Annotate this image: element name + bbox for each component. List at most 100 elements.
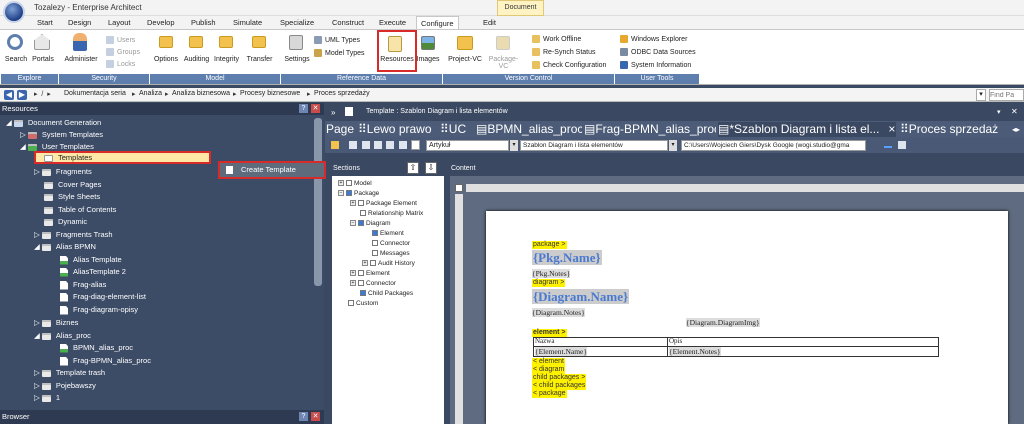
section-checkbox[interactable] (370, 260, 376, 267)
template-select[interactable]: Szablon Diagram i lista elementów (520, 140, 668, 151)
print-icon[interactable] (362, 141, 370, 149)
menu-construct[interactable]: Construct (328, 16, 368, 29)
expand-icon[interactable]: ◢ (34, 242, 42, 251)
menu-configure[interactable]: Configure (416, 16, 459, 29)
dropdown-icon[interactable]: ▾ (976, 89, 986, 101)
expand-icon[interactable]: + (350, 200, 356, 207)
users-button[interactable]: Users (106, 35, 135, 46)
section-relationship-matrix[interactable]: Relationship Matrix (360, 209, 423, 219)
collapse-icon[interactable]: ▷ (34, 393, 42, 402)
menu-design[interactable]: Design (64, 16, 95, 29)
tree-item-fragments-trash[interactable]: ▷ Fragments Trash (34, 229, 113, 241)
vertical-ruler[interactable] (455, 194, 463, 424)
section-diagram[interactable]: − Diagram (350, 219, 391, 229)
close-tab-icon[interactable]: × (888, 122, 895, 136)
tree-item-style-sheets[interactable]: Style Sheets (44, 191, 100, 203)
odbc-data-sources-button[interactable]: ODBC Data Sources (620, 47, 696, 58)
dropdown-icon[interactable]: ▾ (997, 108, 1001, 116)
section-checkbox[interactable] (372, 230, 378, 237)
tree-item-document-generation[interactable]: ◢ Document Generation (6, 117, 101, 129)
section-element[interactable]: Element (372, 229, 404, 239)
tree-item-alias-template-2[interactable]: AliasTemplate 2 (60, 266, 126, 278)
section-checkbox[interactable] (348, 300, 354, 307)
new-icon[interactable] (331, 141, 339, 149)
work-offline-button[interactable]: Work Offline (532, 34, 581, 45)
menu-layout[interactable]: Layout (104, 16, 135, 29)
find-package-input[interactable] (989, 89, 1024, 101)
zoom-out-icon[interactable] (884, 146, 892, 148)
menu-edit[interactable]: Edit (479, 16, 500, 29)
section-checkbox[interactable] (360, 210, 366, 217)
tree-item-table-of-contents[interactable]: Table of Contents (44, 204, 116, 216)
table-cell-element-notes[interactable]: {Element.Notes} (669, 347, 721, 356)
search-icon[interactable] (7, 34, 23, 50)
section-checkbox[interactable] (358, 270, 364, 277)
portals-button[interactable]: Portals (31, 56, 55, 63)
move-down-icon[interactable]: ⇩ (425, 162, 437, 174)
pin-icon[interactable]: ? (299, 104, 308, 113)
auditing-button[interactable]: Auditing (181, 56, 212, 63)
collapse-icon[interactable]: − (338, 190, 344, 197)
breadcrumb-item[interactable]: Analiza (139, 90, 162, 97)
administer-icon[interactable] (73, 33, 87, 51)
collapse-icon[interactable]: − (350, 220, 356, 227)
diagram-name-field[interactable]: {Diagram.Name} (532, 289, 630, 304)
tab-bpmn-alias-proc[interactable]: ▤BPMN_alias_proc (476, 122, 582, 137)
search-button[interactable]: Search (4, 56, 28, 63)
app-logo-icon[interactable] (3, 1, 25, 23)
collapse-icon[interactable]: ▷ (34, 167, 42, 176)
package-vc-icon[interactable] (496, 36, 510, 50)
zoom-in-icon[interactable] (898, 141, 906, 149)
image-icon[interactable] (399, 141, 407, 149)
transfer-button[interactable]: Transfer (245, 56, 274, 63)
tree-item-dynamic[interactable]: Dynamic (44, 216, 87, 228)
ruler-corner-icon[interactable] (455, 184, 463, 192)
section-custom[interactable]: Custom (348, 299, 378, 309)
tab-uc[interactable]: ⠿UC (440, 122, 474, 137)
section-audit-history[interactable]: + Audit History (362, 259, 415, 269)
section-checkbox[interactable] (372, 250, 378, 257)
pkg-notes-field[interactable]: {Pkg.Notes} (532, 269, 571, 278)
resync-status-button[interactable]: Re-Synch Status (532, 47, 596, 58)
table-icon[interactable] (386, 141, 394, 149)
transfer-icon[interactable] (252, 36, 266, 48)
breadcrumb-root[interactable]: ▸ / ▸ (34, 90, 51, 98)
menu-publish[interactable]: Publish (187, 16, 220, 29)
expand-icon[interactable]: + (350, 270, 356, 277)
tree-item-frag-bpmn-alias-proc[interactable]: Frag-BPMN_alias_proc (60, 355, 151, 367)
settings-button[interactable]: Settings (283, 56, 311, 63)
breadcrumb-item[interactable]: Proces sprzedaży (314, 90, 370, 97)
section-package-element[interactable]: + Package Element (350, 199, 417, 209)
dropdown-icon[interactable]: ▾ (669, 140, 677, 151)
package-open-tag[interactable]: package > (532, 241, 567, 249)
forward-icon[interactable]: ▶ (17, 90, 27, 100)
close-icon[interactable]: ✕ (1011, 107, 1018, 116)
administer-button[interactable]: Administer (62, 56, 100, 63)
system-information-button[interactable]: System Information (620, 60, 691, 71)
tab-lewo-prawo[interactable]: ⠿Lewo prawo (358, 122, 438, 137)
diagram-close-tag[interactable]: < diagram (532, 366, 566, 374)
tree-item-frag-diag-element-list[interactable]: Frag-diag-element-list (60, 291, 146, 303)
auditing-icon[interactable] (189, 36, 203, 48)
section-element-2[interactable]: + Element (350, 269, 390, 279)
table-cell-element-name[interactable]: {Element.Name} (535, 347, 587, 356)
tabs-scroll-icon[interactable]: ◂▸ (1012, 122, 1020, 137)
diagram-open-tag[interactable]: diagram > (532, 279, 566, 287)
check-configuration-button[interactable]: Check Configuration (532, 60, 606, 71)
package-vc-button[interactable]: Package-VC (485, 56, 522, 70)
menu-specialize[interactable]: Specialize (276, 16, 318, 29)
close-icon[interactable]: ✕ (311, 412, 320, 421)
package-close-tag[interactable]: < package (532, 390, 567, 398)
tab-page[interactable]: Page (326, 122, 354, 137)
tree-item-system-templates[interactable]: ▷ System Templates (20, 129, 103, 141)
uml-types-button[interactable]: UML Types (314, 35, 360, 46)
section-connector[interactable]: Connector (372, 239, 410, 249)
style-select[interactable]: Artykuł (426, 140, 509, 151)
tree-item-frag-alias[interactable]: Frag-alias (60, 279, 106, 291)
collapse-icon[interactable]: ▷ (34, 368, 42, 377)
horizontal-ruler[interactable] (466, 184, 1024, 192)
tree-item-biznes[interactable]: ▷ Biznes (34, 317, 78, 329)
integrity-icon[interactable] (219, 36, 233, 48)
element-open-tag[interactable]: element > (532, 329, 567, 337)
windows-explorer-button[interactable]: Windows Explorer (620, 34, 687, 45)
